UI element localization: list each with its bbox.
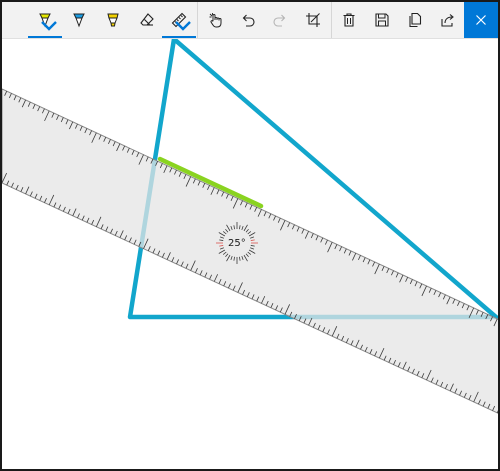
pencil-icon <box>73 13 85 28</box>
close-icon <box>476 15 486 25</box>
trash-icon <box>343 13 354 27</box>
copy-button[interactable] <box>398 2 431 38</box>
share-button[interactable] <box>431 2 464 38</box>
ink-layer <box>2 39 498 414</box>
toolbar-separator <box>197 2 198 38</box>
ruler-tool[interactable] <box>162 2 196 38</box>
delete-button[interactable] <box>332 2 365 38</box>
undo-button[interactable] <box>232 2 264 38</box>
touch-writing-icon <box>209 13 222 28</box>
close-button[interactable] <box>464 2 498 38</box>
eraser-tool[interactable] <box>130 2 164 38</box>
redo-icon <box>273 14 286 27</box>
app-window: 25° <box>0 0 500 471</box>
chevron-down-icon <box>41 21 57 31</box>
save-button[interactable] <box>365 2 398 38</box>
pencil-tool[interactable] <box>62 2 96 38</box>
crop-button[interactable] <box>296 2 330 38</box>
crop-icon <box>306 13 320 27</box>
toolbar <box>2 2 498 39</box>
angle-label: 25° <box>228 238 246 249</box>
selected-indicator <box>28 36 62 38</box>
copy-icon <box>408 12 421 28</box>
selected-indicator <box>162 36 196 38</box>
highlighter-tool[interactable] <box>96 2 130 38</box>
undo-icon <box>242 14 255 27</box>
ballpoint-pen-tool[interactable] <box>28 2 62 38</box>
touch-writing-button[interactable] <box>200 2 232 38</box>
redo-button[interactable] <box>264 2 296 38</box>
drawing-canvas[interactable]: 25° <box>2 39 498 469</box>
chevron-down-icon <box>175 21 191 31</box>
eraser-icon <box>140 13 154 26</box>
highlighter-icon <box>107 13 119 27</box>
share-icon <box>440 14 454 27</box>
save-icon <box>374 13 389 27</box>
